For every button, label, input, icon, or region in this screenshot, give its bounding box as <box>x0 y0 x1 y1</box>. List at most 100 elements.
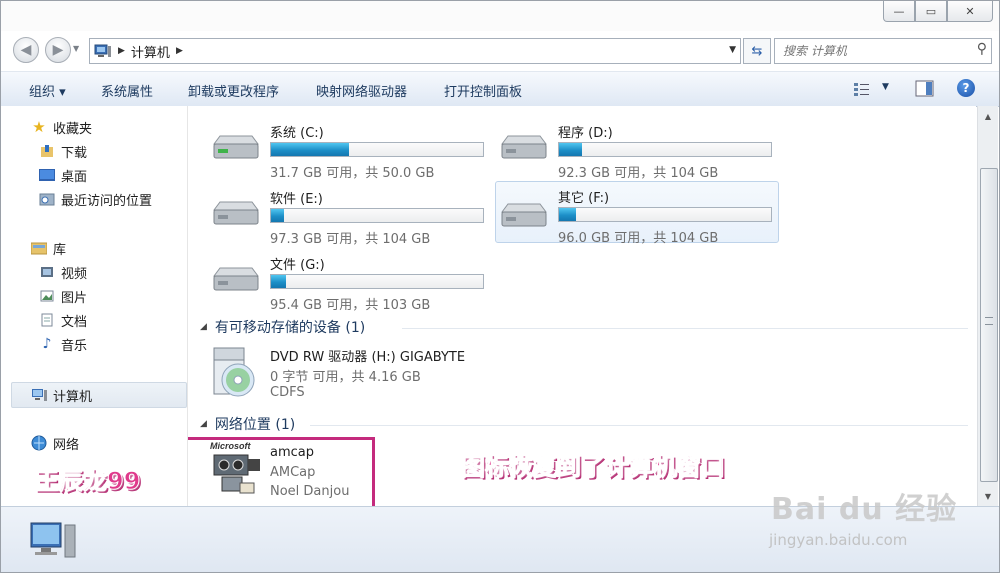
drive-e[interactable]: 软件 (E:) 97.3 GB 可用，共 104 GB <box>188 180 484 247</box>
search-input[interactable] <box>781 43 965 59</box>
scroll-grip-icon <box>985 317 993 325</box>
amcap-camera-icon <box>213 454 260 494</box>
pictures-icon <box>39 288 55 304</box>
nav-network[interactable]: 网络 <box>31 432 79 454</box>
network-icon <box>31 435 47 451</box>
videos-icon <box>39 264 55 280</box>
forward-arrow-icon: ▶ <box>52 42 64 58</box>
drive-usage-fill <box>271 143 350 156</box>
forward-button[interactable]: ▶ <box>45 37 71 63</box>
drive-usage-bar <box>270 274 484 289</box>
navigation-pane: ★ 收藏夹 下载 桌面 最近访问的位置 库 视频 图片 文档 ♪ 音乐 计算机 … <box>1 106 188 506</box>
address-bar[interactable]: ▶ 计算机 ▶ ▼ <box>89 38 741 64</box>
drive-name: 其它 (F:) <box>558 191 610 206</box>
system-properties-button[interactable]: 系统属性 <box>101 81 153 100</box>
scroll-thumb[interactable] <box>980 168 998 482</box>
drive-usage-fill <box>559 208 576 221</box>
nav-videos[interactable]: 视频 <box>39 261 87 283</box>
downloads-folder-icon <box>39 143 55 159</box>
nav-favorites[interactable]: ★ 收藏夹 <box>31 116 92 138</box>
nav-desktop-label: 桌面 <box>61 169 88 185</box>
drive-f[interactable]: 其它 (F:) 96.0 GB 可用，共 104 GB <box>495 181 779 246</box>
dvd-drive-icon <box>213 347 255 397</box>
open-control-panel-button[interactable]: 打开控制面板 <box>444 81 522 100</box>
minimize-button[interactable]: — <box>883 1 915 22</box>
title-bar: — ▭ ✕ <box>1 1 999 31</box>
computer-icon <box>94 44 111 57</box>
nav-recent-places[interactable]: 最近访问的位置 <box>39 188 152 210</box>
nav-libraries-label: 库 <box>53 242 67 258</box>
drive-d[interactable]: 程序 (D:) 92.3 GB 可用，共 104 GB <box>476 114 772 181</box>
collapse-triangle-icon[interactable]: ◢ <box>200 322 207 332</box>
nav-desktop[interactable]: 桌面 <box>39 164 87 186</box>
recent-pages-dropdown[interactable]: ▼ <box>73 44 79 53</box>
maximize-button[interactable]: ▭ <box>915 1 947 22</box>
dvd-drive-free-space: 0 字节 可用，共 4.16 GB <box>270 370 421 385</box>
nav-pictures-label: 图片 <box>61 290 88 306</box>
baidu-watermark: Bai du 经验 <box>771 492 958 527</box>
computer-icon <box>31 387 47 403</box>
window-controls: — ▭ ✕ <box>883 1 993 22</box>
breadcrumb-separator-icon[interactable]: ▶ <box>118 46 125 56</box>
group-network-header[interactable]: ◢ 网络位置 (1) <box>200 414 295 434</box>
drive-free-space: 96.0 GB 可用，共 104 GB <box>558 231 719 246</box>
back-button[interactable]: ◀ <box>13 37 39 63</box>
drive-name: 程序 (D:) <box>558 126 613 141</box>
hard-drive-icon <box>213 267 259 291</box>
refresh-button[interactable]: ⇆ <box>743 38 771 64</box>
scroll-down-icon[interactable]: ▼ <box>980 488 996 504</box>
vertical-scrollbar[interactable]: ▲ ▼ <box>977 106 998 506</box>
back-arrow-icon: ◀ <box>20 42 32 58</box>
amcap-author: Noel Danjou <box>270 484 350 499</box>
scroll-up-icon[interactable]: ▲ <box>980 108 996 124</box>
preview-pane-icon[interactable] <box>915 80 935 98</box>
refresh-icon: ⇆ <box>751 43 763 59</box>
address-row: ◀ ▶ ▼ ▶ 计算机 ▶ ▼ ⇆ ⚲ <box>1 35 999 67</box>
organize-menu[interactable]: 组织 ▾ <box>29 81 66 100</box>
view-options-dropdown-icon[interactable]: ▼ <box>882 82 889 92</box>
nav-libraries[interactable]: 库 <box>31 237 66 259</box>
drive-usage-fill <box>271 209 284 222</box>
breadcrumb-separator-icon[interactable]: ▶ <box>176 46 183 56</box>
drive-usage-bar <box>270 142 484 157</box>
baidu-url-watermark: jingyan.baidu.com <box>769 531 908 549</box>
annotation-note: 图标恢复到了计算机窗口 <box>461 453 726 482</box>
microsoft-logo-text: Microsoft <box>210 441 251 451</box>
drive-g[interactable]: 文件 (G:) 95.4 GB 可用，共 103 GB <box>188 246 484 313</box>
nav-music[interactable]: ♪ 音乐 <box>39 333 87 355</box>
dvd-drive[interactable]: DVD RW 驱动器 (H:) GIGABYTE 0 字节 可用，共 4.16 … <box>188 342 488 402</box>
drive-usage-bar <box>558 207 772 222</box>
amcap-shortcut[interactable]: Microsoft amcap AMCap Noel Danjou <box>188 441 368 501</box>
nav-favorites-label: 收藏夹 <box>53 121 93 137</box>
map-network-drive-button[interactable]: 映射网络驱动器 <box>316 81 407 100</box>
nav-pictures[interactable]: 图片 <box>39 285 87 307</box>
close-button[interactable]: ✕ <box>947 1 993 22</box>
help-icon[interactable]: ? <box>957 79 975 97</box>
drive-free-space: 31.7 GB 可用，共 50.0 GB <box>270 166 435 181</box>
nav-documents-label: 文档 <box>61 314 88 330</box>
collapse-triangle-icon[interactable]: ◢ <box>200 419 207 429</box>
drive-free-space: 92.3 GB 可用，共 104 GB <box>558 166 719 181</box>
group-removable-header[interactable]: ◢ 有可移动存储的设备 (1) <box>200 317 365 337</box>
search-icon[interactable]: ⚲ <box>977 41 987 57</box>
nav-computer[interactable]: 计算机 <box>31 384 92 406</box>
nav-computer-label: 计算机 <box>53 389 93 405</box>
drive-usage-bar <box>558 142 772 157</box>
search-box[interactable]: ⚲ <box>774 38 992 64</box>
uninstall-program-button[interactable]: 卸载或更改程序 <box>188 81 279 100</box>
drive-name: 系统 (C:) <box>270 126 324 141</box>
drive-name: 文件 (G:) <box>270 258 325 273</box>
group-divider <box>310 425 968 426</box>
address-dropdown-icon[interactable]: ▼ <box>729 45 736 55</box>
hard-drive-icon <box>213 135 259 159</box>
amcap-description: AMCap <box>270 465 316 480</box>
drive-c[interactable]: 系统 (C:) 31.7 GB 可用，共 50.0 GB <box>188 114 484 181</box>
nav-downloads-label: 下载 <box>61 145 88 161</box>
recent-places-icon <box>39 191 55 207</box>
change-view-icon[interactable] <box>853 81 873 97</box>
author-watermark: 王辰龙99 <box>34 467 141 496</box>
nav-downloads[interactable]: 下载 <box>39 140 87 162</box>
desktop-icon <box>39 167 55 183</box>
nav-documents[interactable]: 文档 <box>39 309 87 331</box>
breadcrumb-computer[interactable]: 计算机 <box>131 42 170 61</box>
